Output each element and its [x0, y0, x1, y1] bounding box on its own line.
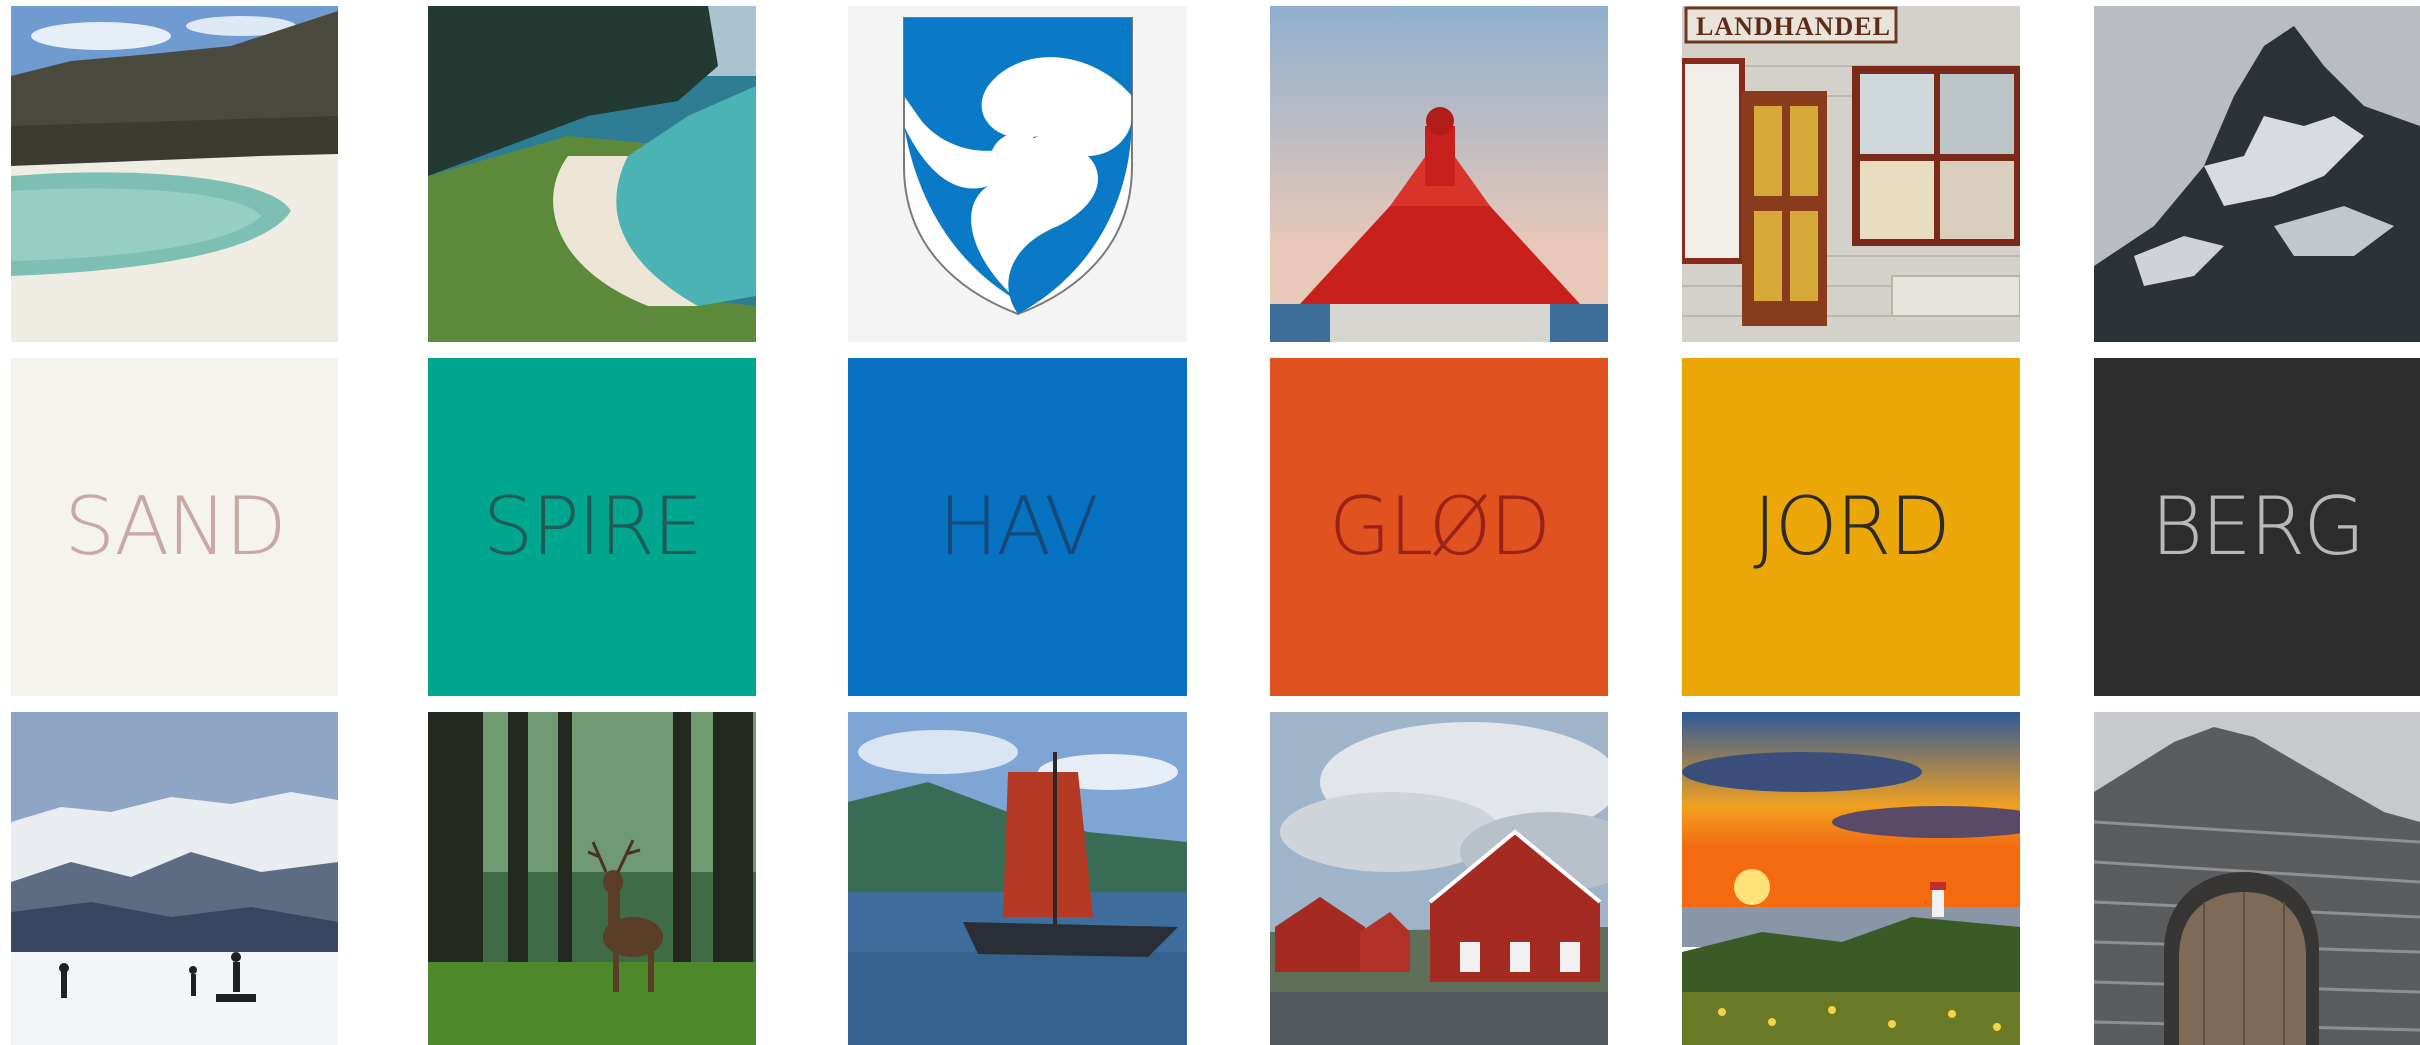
swatch-sand: SAND	[11, 358, 338, 696]
swatch-berg: BERG	[2094, 358, 2420, 696]
swatch-jord: JORD	[1682, 358, 2020, 696]
swatch-glod: GLØD	[1270, 358, 1608, 696]
photo-snow-skiers	[11, 712, 338, 1045]
swatch-spire: SPIRE	[428, 358, 756, 696]
photo-red-lighthouse-roof	[1270, 6, 1608, 342]
photo-beach-cove	[11, 6, 338, 342]
photo-red-boathouses	[1270, 712, 1608, 1045]
swatch-hav: HAV	[848, 358, 1187, 696]
photo-deer-forest	[428, 712, 756, 1045]
photo-snowy-mountain-peak	[2094, 6, 2420, 342]
photo-stone-hut	[2094, 712, 2420, 1045]
coat-of-arms	[848, 6, 1187, 342]
photo-sunset-lighthouse	[1682, 712, 2020, 1045]
swatch-label-spire: SPIRE	[482, 480, 704, 573]
swatch-label-hav: HAV	[938, 480, 1098, 573]
swatch-label-berg: BERG	[2150, 480, 2366, 573]
shop-sign: LANDHANDEL	[1696, 12, 1891, 41]
photo-viking-ship	[848, 712, 1187, 1045]
photo-country-store: LANDHANDEL	[1682, 6, 2020, 342]
swatch-label-jord: JORD	[1753, 480, 1951, 573]
swatch-label-sand: SAND	[64, 480, 286, 573]
photo-green-bay	[428, 6, 756, 342]
swatch-label-glod: GLØD	[1328, 480, 1551, 573]
